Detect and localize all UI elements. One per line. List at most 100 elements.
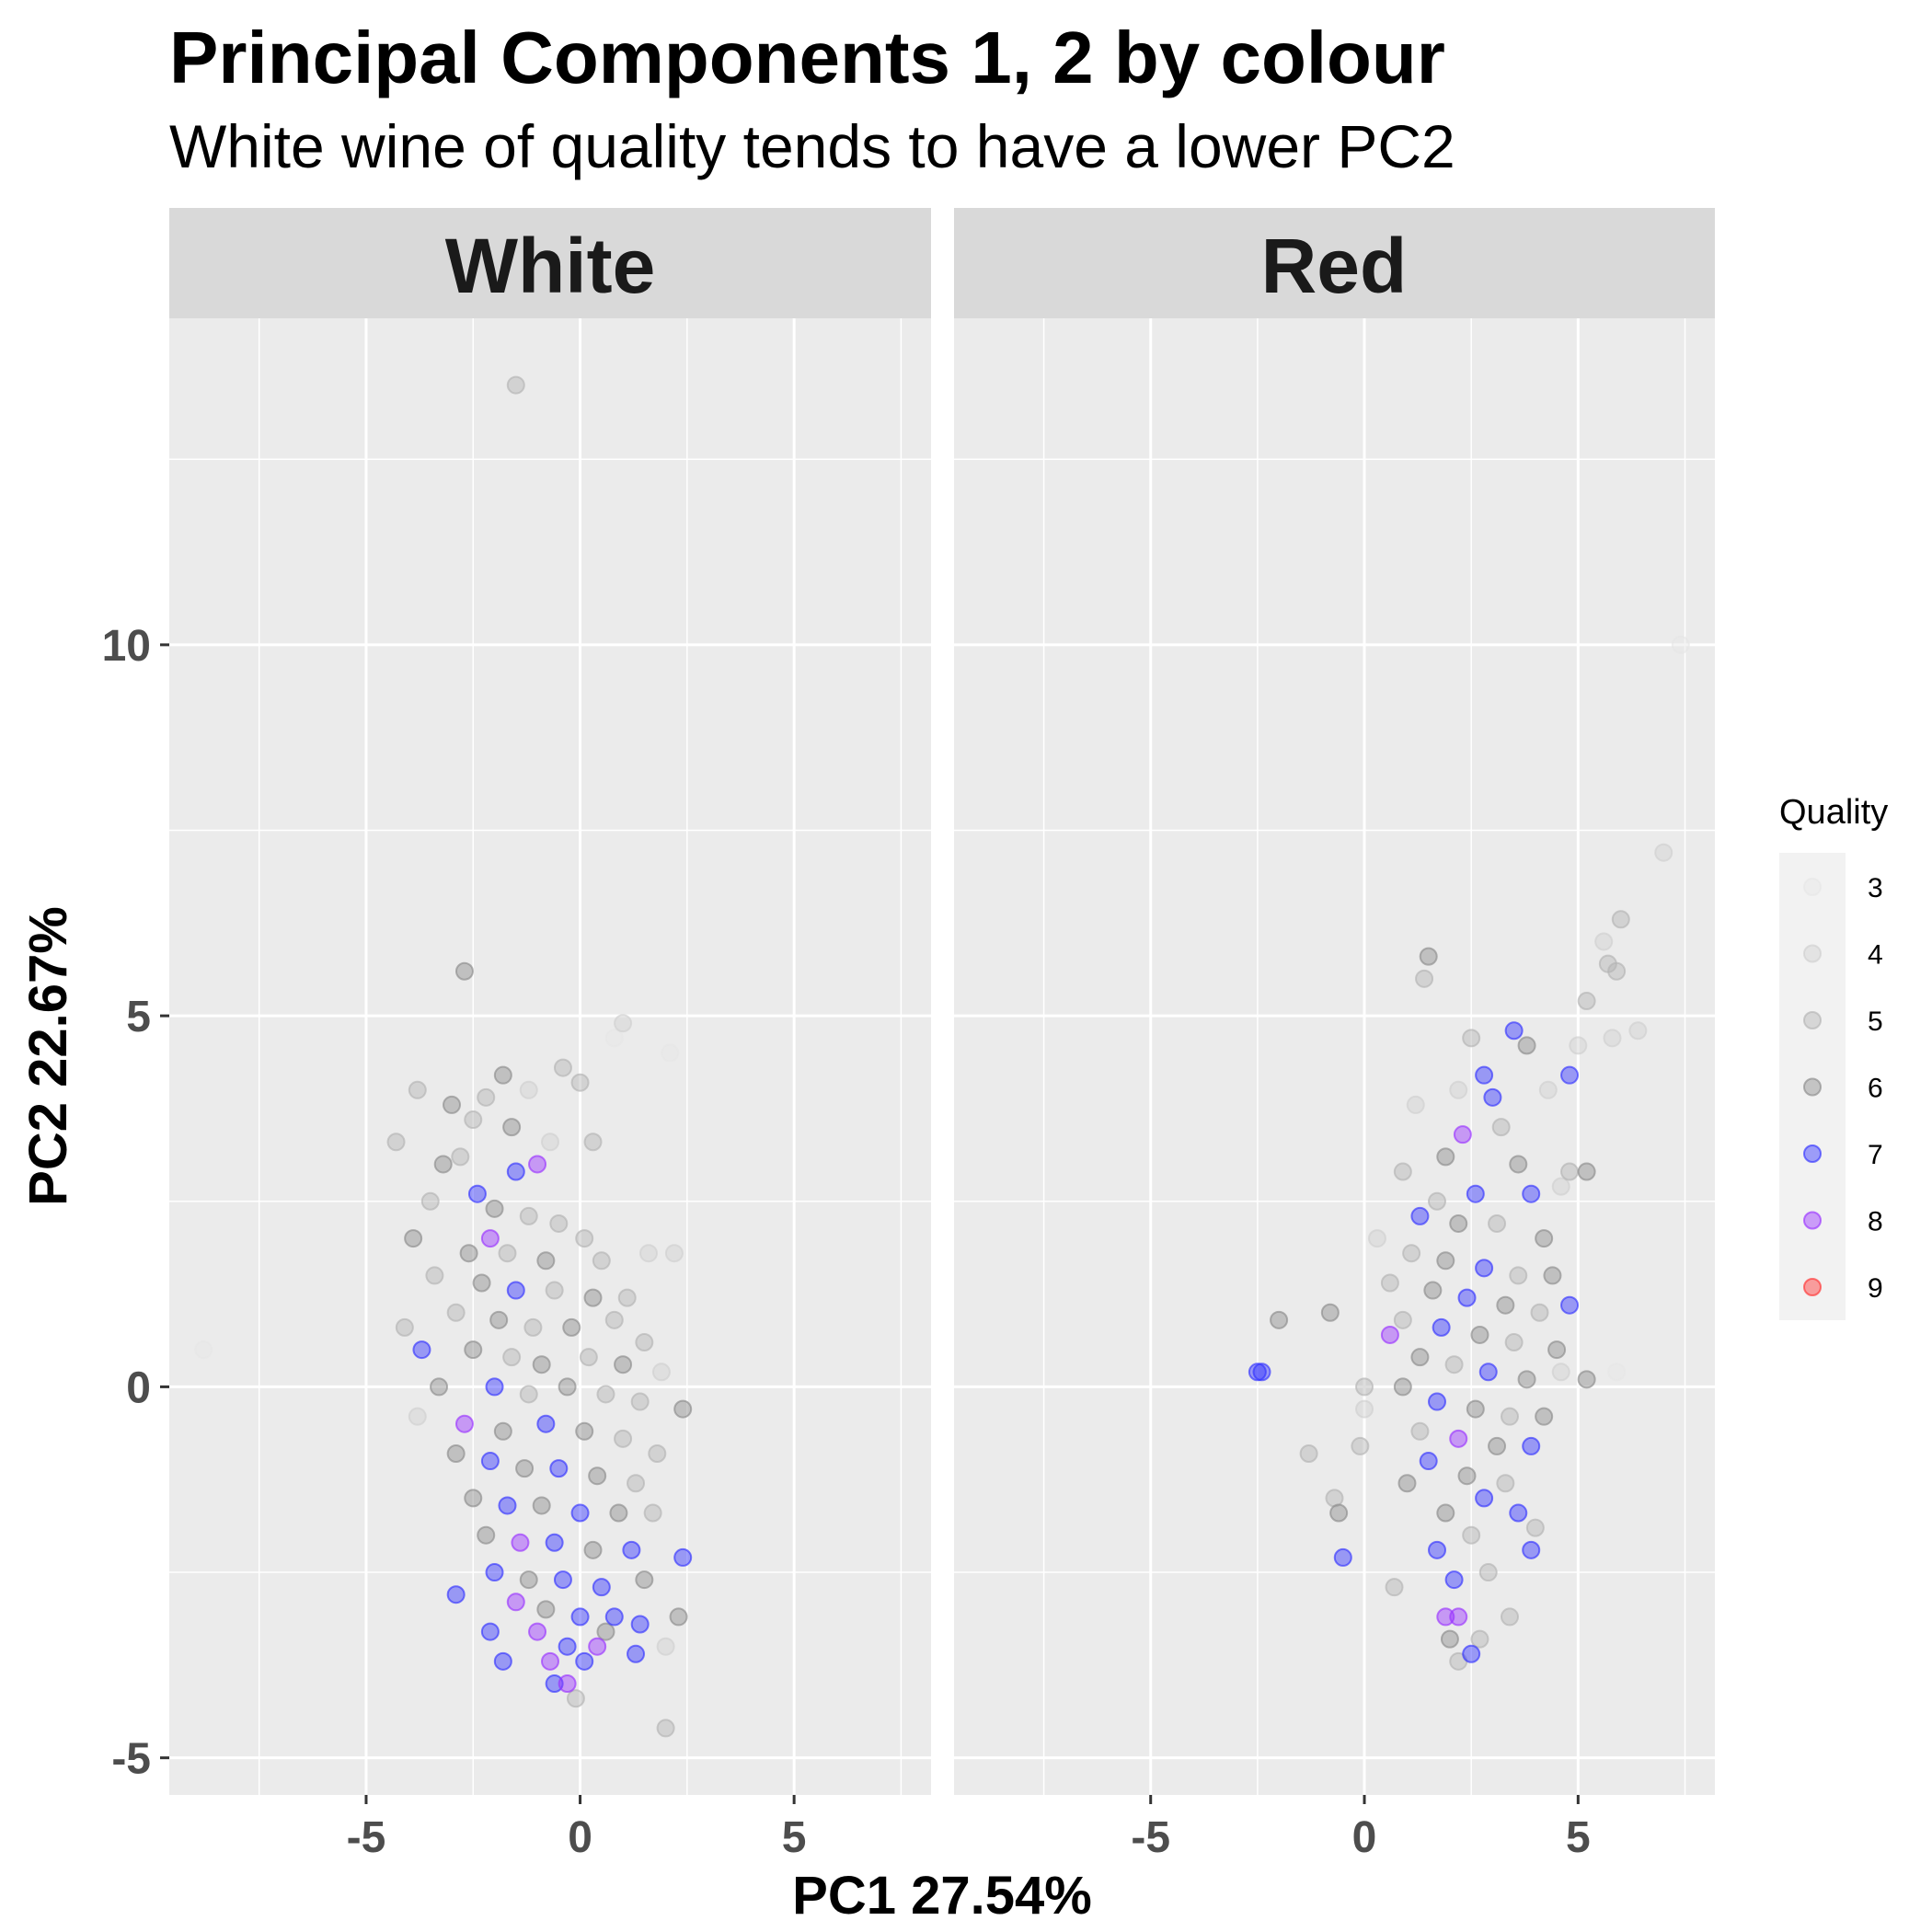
data-point-quality-7 (1560, 1065, 1580, 1085)
data-point-quality-5 (1380, 1273, 1399, 1293)
data-point-quality-5 (648, 1443, 667, 1463)
data-point-quality-6 (515, 1459, 535, 1478)
data-point-quality-6 (1496, 1295, 1515, 1315)
data-point-quality-4 (519, 1080, 538, 1099)
data-point-quality-5 (1488, 1213, 1507, 1233)
data-point-quality-6 (1543, 1266, 1562, 1285)
legend-key-9 (1803, 1278, 1822, 1296)
data-point-quality-6 (583, 1288, 603, 1307)
data-point-quality-6 (1440, 1629, 1459, 1649)
data-point-quality-7 (673, 1547, 693, 1567)
data-point-quality-5 (596, 1385, 615, 1404)
data-point-quality-6 (443, 1095, 462, 1114)
data-point-quality-5 (545, 1281, 564, 1300)
data-point-quality-5 (549, 1213, 569, 1233)
data-point-quality-4 (656, 1637, 675, 1656)
data-point-quality-6 (464, 1489, 483, 1508)
data-point-quality-3 (1671, 635, 1690, 654)
data-point-quality-6 (493, 1421, 512, 1441)
data-point-quality-3 (194, 1340, 213, 1360)
data-point-quality-5 (1611, 910, 1630, 929)
data-point-quality-5 (643, 1503, 662, 1523)
data-point-quality-6 (404, 1229, 423, 1248)
data-point-quality-7 (570, 1607, 590, 1627)
data-point-quality-6 (588, 1466, 607, 1486)
data-point-quality-7 (480, 1622, 500, 1641)
data-point-quality-5 (1444, 1355, 1464, 1374)
data-point-quality-7 (570, 1503, 590, 1523)
data-point-quality-6 (532, 1355, 551, 1374)
data-point-quality-6 (446, 1443, 466, 1463)
data-point-quality-7 (545, 1533, 564, 1552)
data-point-quality-6 (1423, 1281, 1443, 1300)
data-point-quality-6 (532, 1496, 551, 1515)
facet-white: White (169, 208, 931, 1795)
data-point-quality-6 (464, 1340, 483, 1360)
y-tick-label: 10 (102, 622, 151, 671)
data-point-quality-6 (489, 1310, 509, 1329)
legend-title: Quality (1779, 793, 1888, 832)
y-tick-label: -5 (111, 1735, 151, 1784)
data-point-quality-6 (1449, 1213, 1468, 1233)
data-point-quality-4 (1594, 932, 1614, 951)
data-point-quality-5 (1355, 1377, 1374, 1397)
data-point-quality-6 (1470, 1325, 1489, 1344)
x-tick-label: 5 (1566, 1813, 1591, 1862)
data-point-quality-3 (661, 1043, 680, 1063)
legend-label-9: 9 (1868, 1273, 1883, 1304)
data-point-quality-7 (506, 1162, 525, 1181)
data-point-quality-6 (669, 1607, 688, 1627)
data-point-quality-7 (604, 1607, 624, 1627)
data-point-quality-7 (1252, 1363, 1271, 1382)
data-point-quality-8 (506, 1593, 525, 1612)
data-point-quality-6 (459, 1244, 478, 1263)
data-point-quality-6 (1436, 1147, 1455, 1167)
data-point-quality-4 (1551, 1363, 1570, 1382)
data-point-quality-5 (1560, 1162, 1580, 1181)
data-point-quality-7 (498, 1496, 517, 1515)
data-point-quality-5 (1500, 1607, 1519, 1627)
data-point-quality-7 (1466, 1184, 1485, 1203)
data-point-quality-7 (1522, 1184, 1541, 1203)
legend-key-5 (1803, 1011, 1822, 1029)
data-point-quality-4 (1538, 1080, 1558, 1099)
legend-key-6 (1803, 1077, 1822, 1097)
data-point-quality-5 (630, 1392, 650, 1411)
data-point-quality-5 (1428, 1191, 1447, 1211)
data-point-quality-8 (541, 1651, 559, 1671)
data-point-quality-7 (1333, 1547, 1352, 1567)
data-point-quality-6 (562, 1317, 581, 1337)
data-point-quality-5 (614, 1429, 633, 1448)
data-point-quality-6 (583, 1540, 603, 1559)
data-point-quality-5 (1393, 1310, 1412, 1329)
data-point-quality-6 (1419, 947, 1438, 966)
data-point-quality-5 (1299, 1443, 1318, 1463)
data-point-quality-7 (1560, 1295, 1580, 1315)
legend-key-4 (1803, 944, 1822, 963)
data-point-quality-5 (1504, 1333, 1524, 1352)
data-point-quality-7 (558, 1637, 577, 1656)
data-point-quality-8 (528, 1155, 547, 1174)
chart-title: Principal Components 1, 2 by colour (169, 17, 1445, 98)
data-point-quality-5 (1462, 1525, 1481, 1545)
data-point-quality-5 (1577, 992, 1596, 1011)
data-point-quality-5 (446, 1303, 466, 1322)
data-point-quality-5 (1393, 1162, 1412, 1181)
data-point-quality-7 (1432, 1317, 1451, 1337)
data-point-quality-5 (1500, 1407, 1519, 1426)
chart-subtitle: White wine of quality tends to have a lo… (169, 112, 1455, 180)
data-point-quality-5 (395, 1317, 414, 1337)
data-point-quality-6 (1535, 1229, 1554, 1248)
data-point-quality-7 (1410, 1206, 1430, 1225)
data-point-quality-7 (553, 1570, 572, 1590)
data-point-quality-6 (1320, 1303, 1340, 1322)
data-point-quality-7 (1478, 1363, 1498, 1382)
data-point-quality-6 (1517, 1370, 1536, 1389)
data-point-quality-7 (1462, 1644, 1481, 1663)
data-point-quality-5 (575, 1229, 594, 1248)
data-point-quality-7 (1428, 1392, 1447, 1411)
data-point-quality-7 (1419, 1452, 1438, 1471)
data-point-quality-6 (1547, 1340, 1567, 1360)
data-point-quality-7 (480, 1452, 500, 1471)
data-point-quality-5 (1402, 1244, 1421, 1263)
